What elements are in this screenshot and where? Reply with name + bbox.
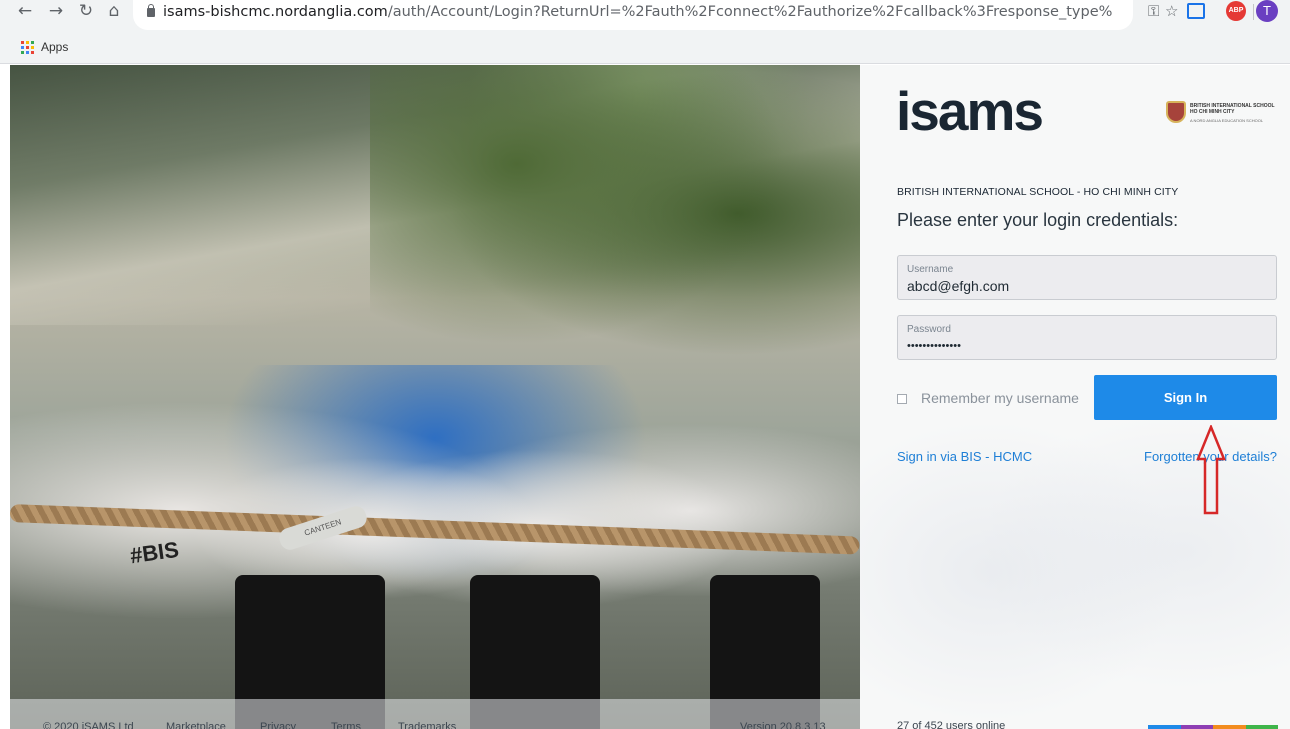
users-online: 27 of 452 users online (897, 720, 1006, 729)
hero-photo: #BIS CANTEEN © 2020 iSAMS Ltd Marketplac… (10, 65, 860, 729)
password-field[interactable]: Password •••••••••••••• (897, 315, 1277, 360)
back-icon[interactable]: ← (14, 2, 36, 24)
star-icon[interactable]: ☆ (1165, 1, 1178, 23)
bookmark-apps[interactable]: Apps (41, 39, 68, 55)
isams-logo: isams (896, 80, 1044, 142)
key-icon[interactable]: ⚿ (1148, 1, 1159, 23)
remember-label[interactable]: Remember my username (921, 390, 1079, 406)
apps-grid-dot (26, 51, 29, 54)
brand-color-segment (1180, 725, 1213, 729)
password-label: Password (907, 324, 951, 335)
brand-color-strip (1148, 725, 1278, 729)
brand-color-segment (1245, 725, 1278, 729)
home-icon[interactable]: ⌂ (103, 2, 125, 24)
login-page: #BIS CANTEEN © 2020 iSAMS Ltd Marketplac… (10, 65, 1290, 729)
footer-link-terms[interactable]: Terms (331, 721, 361, 729)
footer-link-privacy[interactable]: Privacy (260, 721, 296, 729)
apps-grid-dot (31, 46, 34, 49)
url-host: isams-bishcmc.nordanglia.com (163, 4, 388, 20)
trees-background (370, 65, 860, 395)
school-crest-icon (1166, 101, 1186, 123)
sign-in-button[interactable]: Sign In (1094, 375, 1277, 420)
url-path: /auth/Account/Login?ReturnUrl=%2Fauth%2F… (387, 4, 1113, 20)
apps-grid-dot (31, 41, 34, 44)
login-prompt: Please enter your login credentials: (897, 210, 1179, 230)
lock-icon (147, 4, 155, 17)
apps-grid-dot (26, 46, 29, 49)
footer-version: Version 20.8.3.13 (740, 721, 826, 729)
apps-grid-dot (21, 51, 24, 54)
password-input[interactable]: •••••••••••••• (907, 340, 1267, 352)
annotation-arrow-icon (1196, 425, 1226, 515)
school-crest-title: BRITISH INTERNATIONAL SCHOOL HO CHI MINH… (1190, 103, 1275, 115)
brand-color-segment (1213, 725, 1246, 729)
username-label: Username (907, 264, 954, 275)
school-name: BRITISH INTERNATIONAL SCHOOL - HO CHI MI… (897, 186, 1179, 198)
bookmarks-bar: Apps (0, 36, 1290, 60)
browser-chrome: ← → ↻ ⌂ isams-bishcmc.nordanglia.com/aut… (0, 0, 1290, 64)
sso-sign-in-link[interactable]: Sign in via BIS - HCMC (897, 449, 1032, 464)
username-field[interactable]: Username (897, 255, 1277, 300)
apps-grid-dot (26, 41, 29, 44)
footer-link-marketplace[interactable]: Marketplace (166, 721, 226, 729)
forward-icon[interactable]: → (45, 2, 67, 24)
address-bar[interactable]: isams-bishcmc.nordanglia.com/auth/Accoun… (133, 0, 1133, 30)
url-text[interactable]: isams-bishcmc.nordanglia.com/auth/Accoun… (163, 1, 1113, 23)
profile-avatar[interactable]: T (1256, 0, 1278, 22)
reload-icon[interactable]: ↻ (75, 2, 97, 24)
toolbar-divider (1253, 4, 1254, 20)
apps-grid-dot (21, 46, 24, 49)
login-panel: isams BRITISH INTERNATIONAL SCHOOL HO CH… (860, 65, 1290, 729)
apps-grid-icon[interactable] (21, 41, 34, 54)
remember-checkbox[interactable] (897, 394, 907, 404)
username-input[interactable] (907, 278, 1267, 294)
brand-color-segment (1148, 725, 1181, 729)
apps-grid-dot (31, 51, 34, 54)
school-crest-subtitle: A NORD ANGLIA EDUCATION SCHOOL (1190, 118, 1264, 123)
footer-copyright: © 2020 iSAMS Ltd (43, 721, 134, 729)
apps-grid-dot (21, 41, 24, 44)
calendar-extension-icon[interactable] (1187, 3, 1205, 19)
footer-link-trademarks[interactable]: Trademarks (398, 721, 456, 729)
adblock-extension-icon[interactable]: ABP (1226, 1, 1246, 21)
